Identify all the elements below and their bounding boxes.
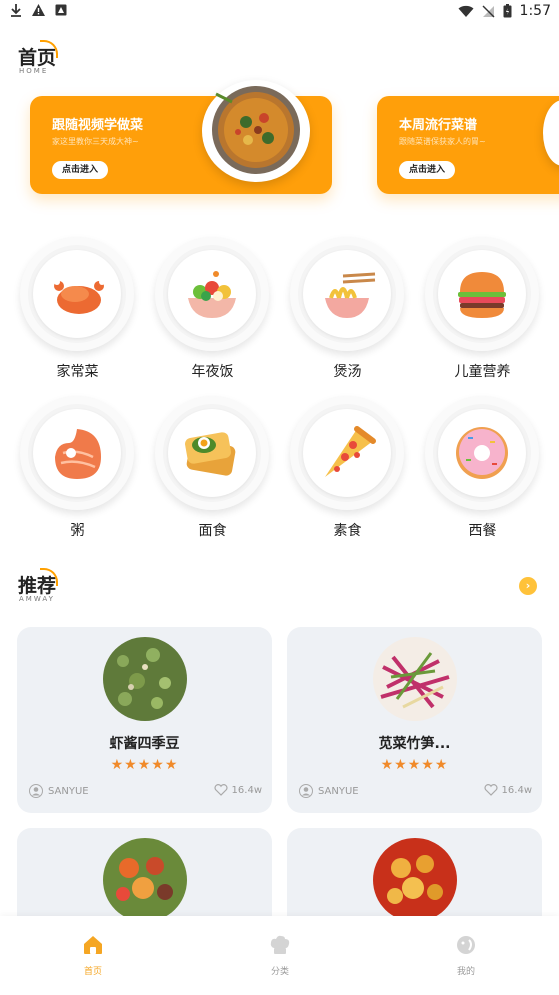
status-bar: 1:57 [0, 0, 559, 24]
warning-icon [32, 4, 45, 16]
banner-subtitle: 家这里教你三天成大神~ [52, 137, 139, 146]
bottom-nav: 首页 分类 我的 [0, 916, 559, 995]
banner-enter-button[interactable]: 点击进入 [399, 161, 456, 179]
rating-stars: ★★★★★ [110, 757, 179, 773]
category-kids-nutrition[interactable]: 儿童营养 [415, 237, 550, 393]
roast-chicken-icon [54, 279, 105, 314]
category-noodles[interactable]: 面食 [145, 396, 280, 552]
nav-profile[interactable]: 我的 [426, 934, 506, 977]
section-subtitle-recommend: AMWAY [19, 595, 55, 603]
banner-title: 跟随视频学做菜 [52, 118, 144, 133]
salad-bowl-icon [188, 271, 236, 318]
chef-hat-icon [270, 935, 290, 954]
category-label: 粥 [70, 523, 85, 539]
author-name: SANYUE [318, 785, 359, 797]
recipe-author: SANYUE [29, 784, 89, 798]
recipe-title: 苋菜竹笋... [378, 736, 451, 752]
recipe-card[interactable]: 虾酱四季豆 ★★★★★ SANYUE 16.4w [17, 627, 272, 813]
category-soup[interactable]: 煲汤 [280, 237, 415, 393]
donut-icon [456, 427, 508, 479]
recipe-image [103, 637, 187, 721]
nav-label: 首页 [83, 967, 102, 977]
likes-count: 16.4w [231, 784, 262, 796]
pizza-slice-icon [325, 426, 376, 477]
category-congee[interactable]: 粥 [10, 396, 145, 552]
recipe-title: 虾酱四季豆 [109, 736, 180, 752]
burger-icon [458, 272, 506, 318]
home-icon [84, 936, 102, 954]
nav-label: 我的 [456, 967, 475, 977]
banner-enter-button[interactable]: 点击进入 [52, 161, 109, 179]
recipe-author: SANYUE [299, 784, 359, 798]
rating-stars: ★★★★★ [380, 757, 449, 773]
nav-home[interactable]: 首页 [53, 934, 133, 977]
recipe-likes[interactable]: 16.4w [484, 784, 532, 796]
download-icon [11, 4, 21, 17]
battery-icon [503, 4, 512, 18]
category-vegetarian[interactable]: 素食 [280, 396, 415, 552]
banner-subtitle: 跟随菜谱保获家人的胃~ [399, 137, 486, 146]
no-signal-icon [482, 5, 495, 17]
chevron-right-icon[interactable]: › [519, 577, 537, 595]
nav-label: 分类 [270, 967, 289, 977]
status-time: 1:57 [519, 3, 551, 19]
recipe-likes[interactable]: 16.4w [214, 784, 262, 796]
toast-egg-icon [185, 432, 236, 476]
recipe-image [103, 838, 187, 922]
category-label: 煲汤 [333, 364, 362, 380]
user-avatar-icon [29, 784, 43, 798]
category-new-year-dinner[interactable]: 年夜饭 [145, 237, 280, 393]
category-label: 家常菜 [56, 364, 99, 380]
salmon-steak-icon [55, 429, 101, 479]
author-name: SANYUE [48, 785, 89, 797]
category-label: 面食 [198, 523, 227, 539]
category-label: 年夜饭 [191, 364, 234, 380]
page-subtitle: HOME [19, 67, 49, 75]
notification-app-icon [55, 4, 67, 16]
recipe-image [373, 838, 457, 922]
profile-icon [457, 936, 475, 954]
likes-count: 16.4w [501, 784, 532, 796]
banner-weekly-recipes[interactable]: 本周流行菜谱 跟随菜谱保获家人的胃~ 点击进入 [377, 96, 559, 194]
category-label: 素食 [333, 523, 362, 539]
category-western-food[interactable]: 西餐 [415, 396, 550, 552]
recipe-image [373, 637, 457, 721]
wifi-icon [458, 5, 474, 17]
category-label: 儿童营养 [454, 364, 511, 380]
noodle-bowl-icon [325, 272, 376, 318]
category-label: 西餐 [468, 523, 497, 539]
heart-icon [214, 784, 228, 796]
nav-category[interactable]: 分类 [240, 934, 320, 977]
banner-title: 本周流行菜谱 [399, 118, 478, 133]
user-avatar-icon [299, 784, 313, 798]
heart-icon [484, 784, 498, 796]
category-home-cooking[interactable]: 家常菜 [10, 237, 145, 393]
recipe-card[interactable]: 苋菜竹笋... ★★★★★ SANYUE 16.4w [287, 627, 542, 813]
banner-dish-image [202, 80, 310, 182]
